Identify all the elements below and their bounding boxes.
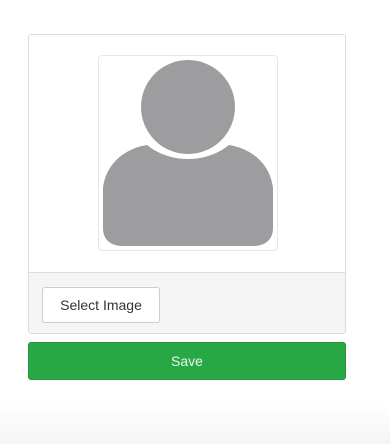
user-silhouette-icon xyxy=(103,60,273,246)
image-upload-widget: Select Image Save xyxy=(0,0,390,444)
bottom-shade xyxy=(0,404,390,444)
image-preview-area xyxy=(29,35,345,272)
save-button[interactable]: Save xyxy=(28,342,346,380)
avatar-thumbnail xyxy=(98,55,278,251)
image-upload-panel: Select Image xyxy=(28,34,346,334)
select-image-button[interactable]: Select Image xyxy=(42,287,160,323)
panel-footer: Select Image xyxy=(29,272,345,333)
